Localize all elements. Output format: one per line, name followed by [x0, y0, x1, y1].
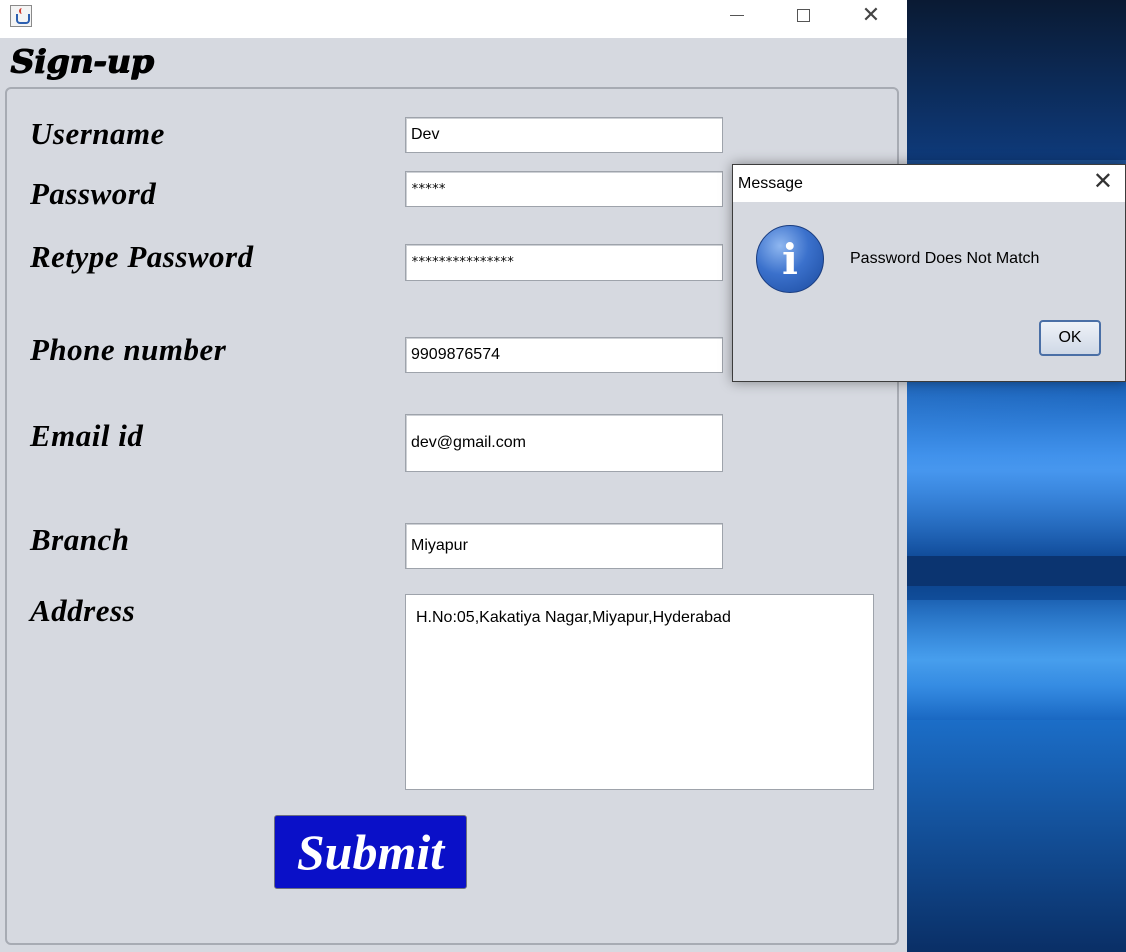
info-icon: i [756, 225, 824, 293]
message-dialog: Message ✕ i Password Does Not Match OK [732, 164, 1126, 382]
retype-password-field[interactable]: *************** [405, 244, 723, 281]
desktop-wallpaper-top [907, 0, 1126, 160]
java-app-icon[interactable] [10, 5, 32, 27]
phone-label: Phone number [30, 332, 227, 367]
dialog-titlebar[interactable]: Message ✕ [733, 165, 1125, 202]
desktop-wallpaper-light-lower [907, 600, 1126, 720]
desktop-wallpaper-band [907, 556, 1126, 586]
desktop-background [907, 0, 1126, 952]
branch-label: Branch [30, 522, 130, 557]
maximize-button[interactable] [780, 0, 826, 30]
address-textarea[interactable]: H.No:05,Kakatiya Nagar,Miyapur,Hyderabad [405, 594, 874, 790]
email-field[interactable]: dev@gmail.com [405, 414, 723, 472]
email-label: Email id [30, 418, 144, 453]
submit-button[interactable]: Submit [274, 815, 467, 889]
minimize-icon [730, 14, 744, 16]
window-titlebar[interactable]: ✕ [0, 0, 907, 38]
password-label: Password [30, 176, 157, 211]
close-icon: ✕ [861, 2, 881, 27]
password-field[interactable]: ***** [405, 171, 723, 207]
retype-password-label: Retype Password [30, 239, 254, 274]
maximize-icon [796, 8, 810, 22]
phone-field[interactable]: 9909876574 [405, 337, 723, 373]
dialog-close-icon[interactable]: ✕ [1093, 168, 1113, 195]
address-label: Address [30, 593, 136, 628]
java-cup-icon [16, 14, 30, 24]
username-label: Username [30, 116, 165, 151]
branch-field[interactable]: Miyapur [405, 523, 723, 569]
username-field[interactable]: Dev [405, 117, 723, 153]
form-title: Sign-up [10, 42, 154, 80]
ok-button[interactable]: OK [1039, 320, 1101, 356]
dialog-title: Message [738, 175, 803, 192]
minimize-button[interactable] [714, 0, 760, 30]
dialog-message: Password Does Not Match [850, 250, 1040, 267]
desktop-wallpaper-light [907, 380, 1126, 560]
signup-window: ✕ Sign-up Username Dev Password ***** Re… [0, 0, 907, 952]
close-button[interactable]: ✕ [848, 0, 894, 30]
